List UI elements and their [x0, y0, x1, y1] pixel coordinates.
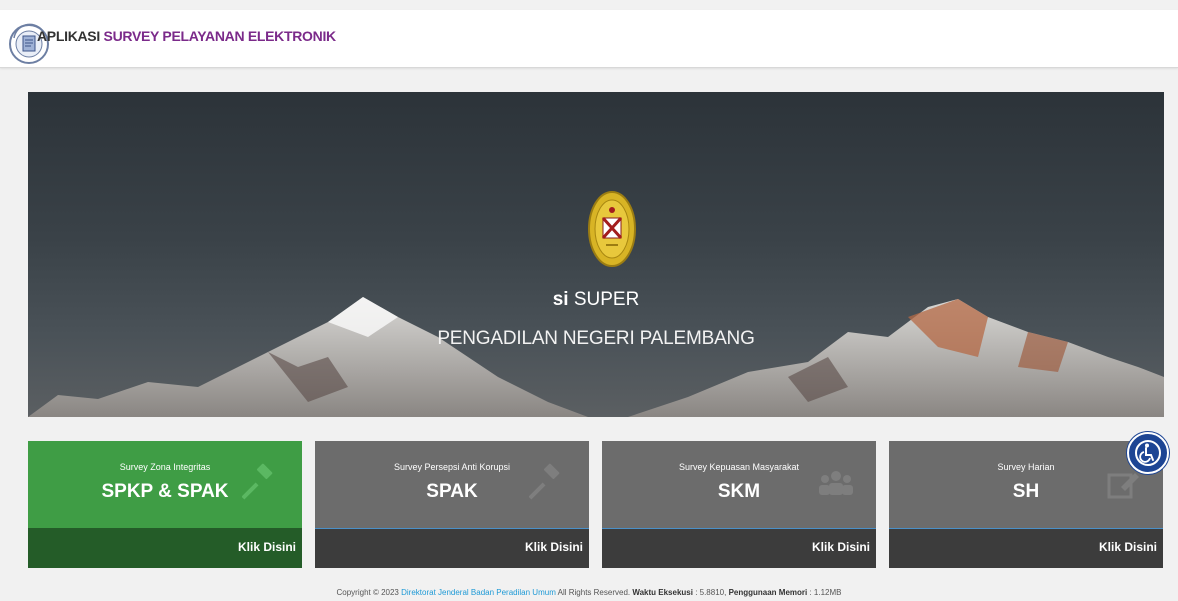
card-footer: Klik Disini: [889, 528, 1163, 568]
exec-time-label: Waktu Eksekusi: [632, 588, 693, 597]
card-link[interactable]: Klik Disini: [1099, 540, 1157, 554]
card-header: Survey Kepuasan Masyarakat SKM: [602, 441, 876, 528]
card-spkp-spak[interactable]: Survey Zona Integritas SPKP & SPAK Klik …: [28, 441, 302, 568]
app-title-prefix: APLIKASI: [37, 28, 100, 44]
card-spak[interactable]: Survey Persepsi Anti Korupsi SPAK Klik D…: [315, 441, 589, 568]
card-skm[interactable]: Survey Kepuasan Masyarakat SKM Klik Disi…: [602, 441, 876, 568]
card-header: Survey Persepsi Anti Korupsi SPAK: [315, 441, 589, 528]
accessibility-icon: [1135, 440, 1161, 466]
card-footer: Klik Disini: [602, 528, 876, 568]
organization-name: PENGADILAN NEGERI PALEMBANG: [437, 328, 755, 349]
hero-brand-rest: SUPER: [568, 289, 640, 310]
users-icon: [819, 471, 853, 495]
card-header: Survey Harian SH: [889, 441, 1163, 528]
card-sh[interactable]: Survey Harian SH Klik Disini: [889, 441, 1163, 568]
page-footer: Copyright © 2023 Direktorat Jenderal Bad…: [0, 588, 1178, 597]
sisuper-logo-icon[interactable]: [8, 16, 50, 72]
org-link[interactable]: Direktorat Jenderal Badan Peradilan Umum: [401, 588, 556, 597]
hero-brand: si SUPER: [28, 289, 1164, 311]
card-link[interactable]: Klik Disini: [238, 540, 296, 554]
memory-label: Penggunaan Memori: [728, 588, 808, 597]
card-footer: Klik Disini: [315, 528, 589, 568]
court-emblem-icon: [588, 191, 636, 267]
top-navbar: APLIKASI SURVEY PELAYANAN ELEKTRONIK: [0, 10, 1178, 68]
hero-brand-bold: si: [552, 289, 569, 310]
gavel-icon: [242, 463, 273, 500]
hero-banner: si SUPER PENGADILAN NEGERI PALEMBANG: [28, 92, 1164, 417]
exec-time-value: : 5.8810,: [692, 588, 729, 597]
accessibility-button[interactable]: [1127, 432, 1169, 474]
card-header: Survey Zona Integritas SPKP & SPAK: [28, 441, 302, 528]
app-title[interactable]: APLIKASI SURVEY PELAYANAN ELEKTRONIK: [37, 28, 336, 44]
memory-value: : 1.12MB: [807, 588, 842, 597]
app-title-main: SURVEY PELAYANAN ELEKTRONIK: [103, 28, 337, 44]
card-footer: Klik Disini: [28, 528, 302, 568]
copyright-text: Copyright © 2023: [336, 588, 402, 597]
card-link[interactable]: Klik Disini: [812, 540, 870, 554]
rights-text: All Rights Reserved.: [555, 588, 633, 597]
gavel-icon: [529, 463, 560, 500]
card-link[interactable]: Klik Disini: [525, 540, 583, 554]
